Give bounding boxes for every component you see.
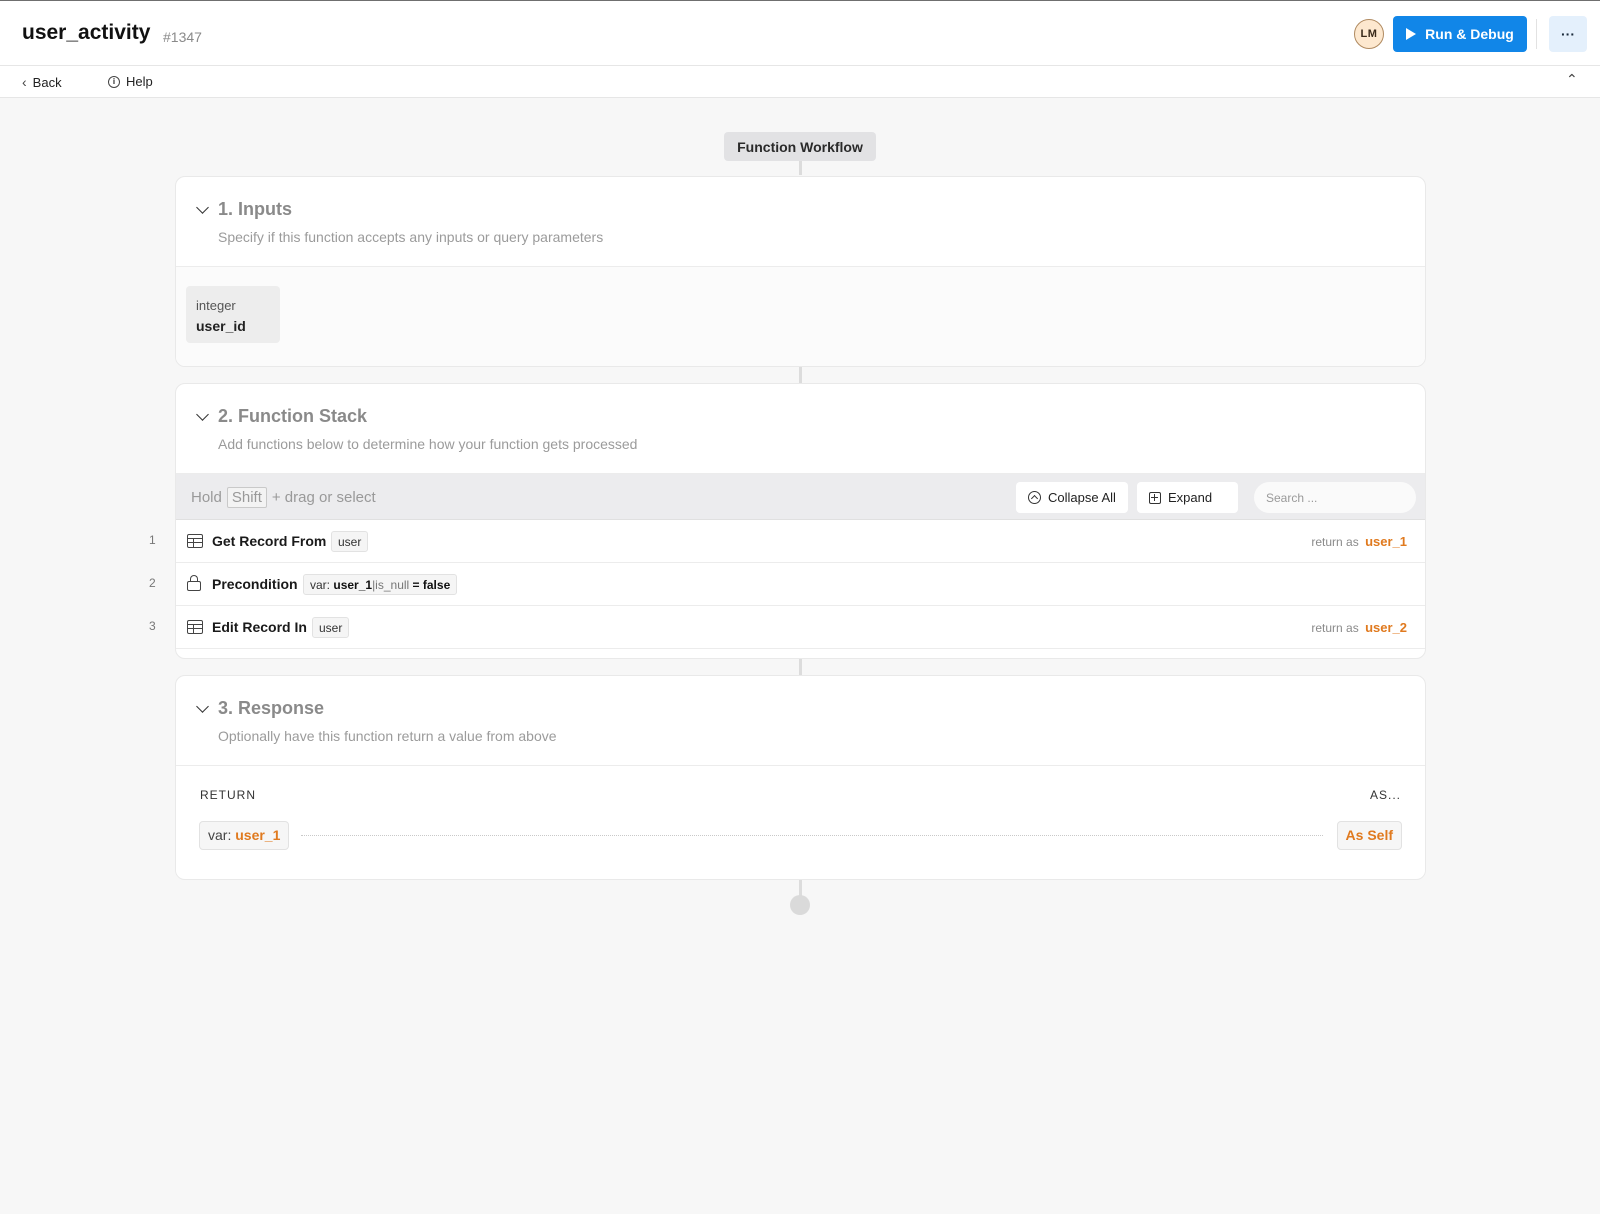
table-tag[interactable]: user [312, 617, 350, 638]
return-label: RETURN [200, 788, 256, 802]
inputs-body: integer user_id [176, 267, 1425, 366]
top-bar: user_activity #1347 LM Run & Debug ··· [0, 0, 1600, 66]
section-title: 1. Inputs [218, 199, 293, 219]
help-link[interactable]: i Help [108, 74, 153, 89]
back-label: Back [32, 74, 62, 90]
section-title: 2. Function Stack [218, 406, 368, 426]
table-icon [187, 534, 203, 548]
section-description: Add functions below to determine how you… [218, 436, 638, 452]
hint-suffix: + drag or select [271, 489, 376, 506]
return-as[interactable]: return as user_1 [1311, 534, 1407, 549]
hint-prefix: Hold [191, 489, 222, 506]
divider [1536, 19, 1537, 49]
input-name: user_id [196, 318, 246, 334]
condition-operator: = false [412, 578, 451, 592]
chevron-down-icon[interactable] [196, 408, 209, 421]
expand-label: Expand [1168, 490, 1213, 505]
row-number: 1 [149, 533, 156, 547]
as-self-selector[interactable]: As Self [1336, 821, 1402, 850]
function-title: Edit Record In [212, 619, 307, 635]
condition-filter: |is_null [372, 578, 410, 592]
function-title: Precondition [212, 576, 298, 592]
condition-prefix: var: [310, 578, 331, 592]
collapse-icon [1028, 491, 1041, 504]
collapse-all-button[interactable]: Collapse All [1016, 482, 1128, 513]
chevron-up-icon[interactable]: ⌃ [1566, 71, 1578, 88]
table-tag[interactable]: user [331, 531, 369, 552]
response-section: 3. Response Optionally have this functio… [175, 675, 1426, 880]
inputs-header[interactable]: 1. Inputs Specify if this function accep… [176, 177, 1425, 267]
collapse-all-label: Collapse All [1048, 490, 1116, 505]
section-description: Specify if this function accepts any inp… [218, 229, 604, 245]
info-icon: i [108, 75, 120, 88]
row-number: 2 [149, 576, 156, 590]
section-title: 3. Response [218, 698, 325, 718]
chevron-down-icon[interactable] [196, 700, 209, 713]
return-variable: user_1 [1365, 534, 1407, 549]
play-icon [1406, 28, 1417, 40]
section-description: Optionally have this function return a v… [218, 728, 557, 744]
return-as-prefix: return as [1311, 621, 1359, 635]
back-link[interactable]: ‹ Back [22, 74, 62, 90]
condition-tag[interactable]: var: user_1|is_null = false [303, 574, 458, 595]
workflow-connector [799, 161, 802, 175]
function-stack-section: 2. Function Stack Add functions below to… [175, 383, 1426, 659]
function-row[interactable]: Edit Record In user return as user_2 [176, 606, 1425, 649]
expand-icon [1149, 491, 1161, 504]
function-row[interactable]: Precondition var: user_1|is_null = false [176, 563, 1425, 606]
workflow-connector [799, 659, 802, 675]
sub-navigation: ‹ Back i Help ⌃ [0, 66, 1600, 98]
workflow-connector [799, 367, 802, 383]
workflow-label: Function Workflow [724, 132, 876, 161]
stack-toolbar: Hold Shift + drag or select Collapse All… [176, 474, 1425, 520]
return-variable: user_2 [1365, 620, 1407, 635]
avatar[interactable]: LM [1354, 19, 1384, 49]
table-icon [187, 620, 203, 634]
help-label: Help [126, 74, 153, 89]
return-as[interactable]: return as user_2 [1311, 620, 1407, 635]
response-var-name: user_1 [235, 827, 281, 843]
row-number: 3 [149, 619, 156, 633]
input-parameter[interactable]: integer user_id [186, 286, 280, 343]
more-options-button[interactable]: ··· [1549, 16, 1587, 52]
search-input[interactable] [1254, 482, 1416, 513]
function-stack-header[interactable]: 2. Function Stack Add functions below to… [176, 384, 1425, 474]
response-variable[interactable]: var: user_1 [199, 821, 290, 850]
function-row[interactable]: Get Record From user return as user_1 [176, 520, 1425, 563]
run-debug-label: Run & Debug [1425, 26, 1514, 42]
condition-variable: user_1 [333, 578, 373, 592]
return-as-prefix: return as [1311, 535, 1359, 549]
response-var-prefix: var: [208, 827, 232, 843]
page-title: user_activity [22, 21, 151, 44]
workflow-end-node [790, 895, 810, 915]
chevron-down-icon[interactable] [196, 201, 209, 214]
inputs-section: 1. Inputs Specify if this function accep… [175, 176, 1426, 367]
chevron-left-icon: ‹ [22, 74, 27, 90]
shift-key: Shift [226, 487, 267, 508]
function-title: Get Record From [212, 533, 327, 549]
lock-icon [187, 575, 201, 591]
response-body: RETURN AS... var: user_1 As Self [176, 766, 1425, 878]
expand-button[interactable]: Expand [1137, 482, 1238, 513]
response-header[interactable]: 3. Response Optionally have this functio… [176, 676, 1425, 766]
drag-hint: Hold Shift + drag or select [191, 487, 376, 508]
function-id: #1347 [163, 29, 202, 45]
input-type: integer [196, 298, 236, 313]
run-debug-button[interactable]: Run & Debug [1393, 16, 1527, 52]
as-label: AS... [1369, 788, 1401, 802]
dotted-connector [301, 835, 1323, 836]
